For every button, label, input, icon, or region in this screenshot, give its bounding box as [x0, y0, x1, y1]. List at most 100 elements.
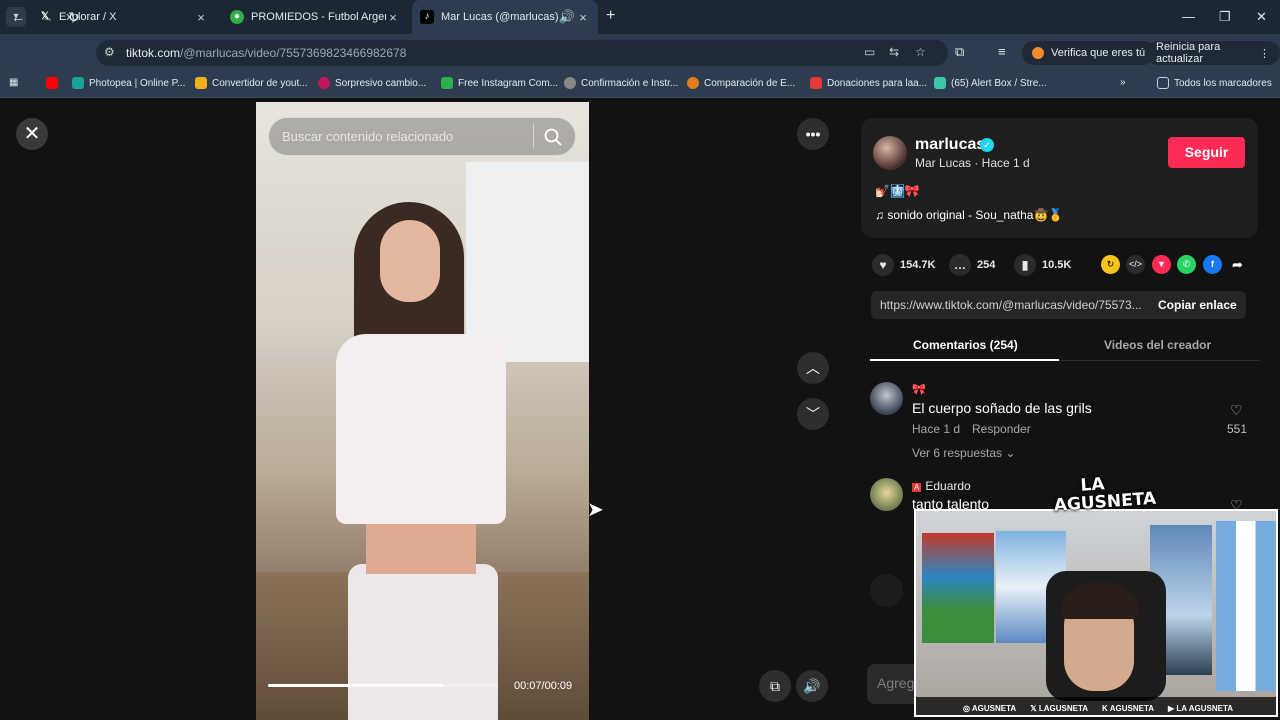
- bookmark-2[interactable]: Sorpresivo cambio...: [318, 77, 426, 89]
- copy-link-button[interactable]: Copiar enlace: [1158, 298, 1237, 312]
- reply-button[interactable]: Responder: [972, 422, 1031, 436]
- mouse-cursor-icon: ➤: [587, 499, 604, 521]
- cast-icon[interactable]: ▭: [864, 45, 875, 59]
- apps-icon[interactable]: ▦: [9, 77, 18, 88]
- more-bookmarks-icon[interactable]: »: [1120, 77, 1126, 88]
- search-icon[interactable]: [543, 127, 563, 147]
- chevron-down-icon: ⌄: [1002, 446, 1016, 460]
- promiedos-icon: ●: [230, 10, 244, 24]
- repost-icon[interactable]: ↻: [1101, 255, 1120, 274]
- photopea-icon: [72, 77, 84, 89]
- forward-button[interactable]: →: [40, 9, 54, 25]
- close-tab-icon[interactable]: ×: [576, 10, 590, 25]
- music-link[interactable]: ♫ sonido original - Sou_natha🤠🥇: [875, 208, 1063, 222]
- video-link-text[interactable]: https://www.tiktok.com/@marlucas/video/7…: [880, 298, 1142, 312]
- bookmark-0[interactable]: Photopea | Online P...: [72, 77, 185, 89]
- comment-button[interactable]: … 254: [949, 254, 995, 276]
- update-pill[interactable]: Reinicia para actualizar ⋮: [1146, 41, 1280, 65]
- music-note-icon: ♫: [875, 208, 888, 222]
- tab-explorar-x[interactable]: 𝕏 Explorar / X ×: [30, 0, 216, 34]
- bookmark-1[interactable]: Convertidor de yout...: [195, 77, 308, 89]
- comment-author[interactable]: 🎀: [912, 383, 926, 396]
- floating-player-button[interactable]: ⧉: [759, 670, 791, 702]
- comment-icon: …: [949, 254, 971, 276]
- more-vert-icon: ⋮: [1259, 47, 1270, 60]
- x-handle: 𝕏 LAGUSNETA: [1030, 703, 1089, 713]
- share-more-icon[interactable]: ➦: [1228, 255, 1247, 274]
- send-icon[interactable]: ▼: [1152, 255, 1171, 274]
- video-player[interactable]: [256, 102, 589, 720]
- bookmark-label: Photopea | Online P...: [89, 77, 186, 89]
- save-button[interactable]: ▮ 10.5K: [1014, 254, 1071, 276]
- comment-count: 254: [977, 259, 996, 271]
- bookmark-4[interactable]: Confirmación e Instr...: [564, 77, 678, 89]
- bookmark-6[interactable]: Donaciones para laa...: [810, 77, 927, 89]
- search-placeholder: Buscar contenido relacionado: [282, 129, 454, 144]
- bookmark-star-icon[interactable]: ☆: [915, 45, 926, 59]
- flag-poster: [1216, 521, 1276, 691]
- close-video-button[interactable]: ✕: [16, 118, 48, 150]
- close-tab-icon[interactable]: ×: [194, 10, 208, 25]
- tab-promiedos[interactable]: ● PROMIEDOS - Futbol Argentino ×: [222, 0, 408, 34]
- extensions-icon[interactable]: ⧉: [955, 44, 964, 60]
- comment-avatar[interactable]: [870, 574, 903, 607]
- save-count: 10.5K: [1042, 259, 1072, 271]
- volume-icon[interactable]: 🔊: [796, 670, 828, 702]
- video-progress-bar[interactable]: [268, 684, 498, 687]
- comment-author-name: Eduardo: [925, 479, 971, 493]
- facebook-icon[interactable]: f: [1203, 255, 1222, 274]
- comment-like-icon[interactable]: ♡: [1230, 402, 1243, 419]
- previous-video-button[interactable]: ︿: [797, 352, 829, 384]
- more-options-button[interactable]: •••: [797, 118, 829, 150]
- tab-tiktok[interactable]: ♪ Mar Lucas (@marlucas) oficial 🔊 ×: [412, 0, 598, 34]
- comment-author[interactable]: A Eduardo: [912, 479, 971, 493]
- author-username[interactable]: marlucas: [915, 136, 985, 154]
- minimize-button[interactable]: —: [1182, 9, 1195, 24]
- audio-playing-icon[interactable]: 🔊: [558, 9, 576, 25]
- handle-label: AGUSNETA: [971, 703, 1017, 713]
- reading-list-icon[interactable]: ≡: [998, 44, 1006, 59]
- url-text[interactable]: tiktok.com/@marlucas/video/7557369823466…: [126, 46, 406, 60]
- new-tab-button[interactable]: +: [606, 8, 615, 24]
- whatsapp-icon[interactable]: ✆: [1177, 255, 1196, 274]
- social-handles-bar: ◎ AGUSNETA 𝕏 LAGUSNETA K AGUSNETA ▶ LA A…: [916, 697, 1276, 715]
- embed-icon[interactable]: </>: [1126, 255, 1145, 274]
- video-subject-part: [336, 334, 506, 524]
- video-subject-part: [380, 220, 440, 302]
- instagram-tool-icon: [441, 77, 453, 89]
- tab-creator-videos[interactable]: Videos del creador: [1104, 338, 1211, 352]
- next-video-button[interactable]: ﹀: [797, 398, 829, 430]
- bookmark-label: Todos los marcadores: [1174, 77, 1272, 89]
- all-bookmarks[interactable]: Todos los marcadores: [1157, 77, 1272, 89]
- bookmark-label: (65) Alert Box / Stre...: [951, 77, 1047, 89]
- kick-handle: K AGUSNETA: [1102, 703, 1155, 713]
- site-info-icon[interactable]: ⚙: [104, 45, 115, 59]
- wall-poster: [922, 533, 994, 643]
- handle-label: AGUSNETA: [1109, 703, 1155, 713]
- bookmark-youtube[interactable]: [46, 77, 63, 89]
- bookmark-7[interactable]: (65) Alert Box / Stre...: [934, 77, 1047, 89]
- news-icon: [318, 77, 330, 89]
- like-button[interactable]: ♥ 154.7K: [872, 254, 935, 276]
- flag-icon: A: [912, 483, 922, 492]
- reload-button[interactable]: ↻: [68, 9, 80, 26]
- tab-comments[interactable]: Comentarios (254): [913, 338, 1018, 352]
- translate-icon[interactable]: ⇆: [889, 45, 899, 59]
- verified-badge-icon: ✓: [980, 138, 994, 152]
- comment-avatar[interactable]: [870, 478, 903, 511]
- comment-avatar[interactable]: [870, 382, 903, 415]
- close-tab-icon[interactable]: ×: [386, 10, 400, 25]
- author-avatar[interactable]: [873, 136, 907, 170]
- verify-pill[interactable]: Verifica que eres tú: [1022, 41, 1156, 65]
- comment-like-count: 551: [1227, 422, 1248, 436]
- youtube-icon: [46, 77, 58, 89]
- view-replies-button[interactable]: Ver 6 respuestas ⌄: [912, 446, 1015, 460]
- heart-icon: ♥: [872, 254, 894, 276]
- bookmark-3[interactable]: Free Instagram Com...: [441, 77, 558, 89]
- back-button[interactable]: ←: [11, 9, 25, 25]
- close-window-button[interactable]: ✕: [1256, 9, 1267, 25]
- bookmark-5[interactable]: Comparación de E...: [687, 77, 795, 89]
- maximize-button[interactable]: ❐: [1219, 9, 1231, 25]
- alertbox-icon: [934, 77, 946, 89]
- follow-button[interactable]: Seguir: [1168, 137, 1245, 168]
